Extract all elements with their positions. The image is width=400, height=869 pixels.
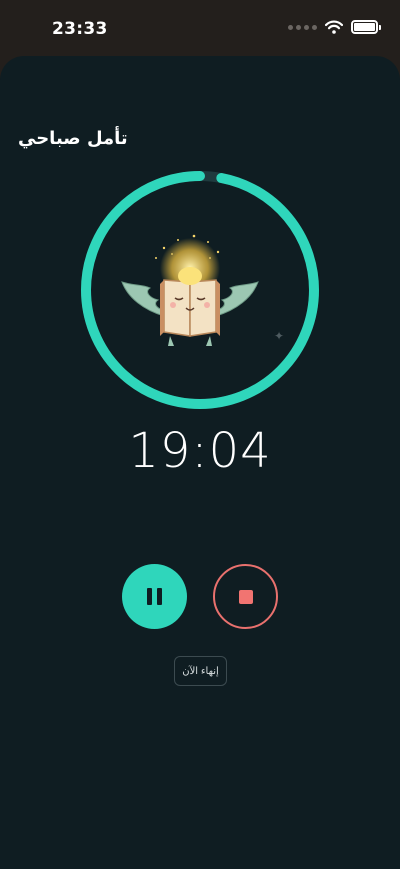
stop-button[interactable] (213, 564, 278, 629)
status-icons (288, 20, 381, 34)
sparkle-icon: ✦ (274, 329, 285, 343)
end-now-button[interactable]: إنهاء الآن (174, 656, 227, 686)
status-bar: 23:33 (0, 0, 400, 56)
pause-icon (147, 588, 162, 605)
countdown-timer: 19:04 (128, 423, 272, 479)
pause-button[interactable] (122, 564, 187, 629)
status-time: 23:33 (52, 19, 108, 39)
timer-sheet: تأمل صباحي ✦ 19:04 إنهاء الآن (0, 56, 400, 869)
wifi-icon (325, 20, 343, 34)
book-mascot-icon (121, 234, 259, 346)
stop-icon (238, 589, 253, 604)
battery-icon (351, 20, 381, 34)
signal-dots-icon (288, 24, 317, 30)
session-title: تأمل صباحي (18, 128, 128, 149)
